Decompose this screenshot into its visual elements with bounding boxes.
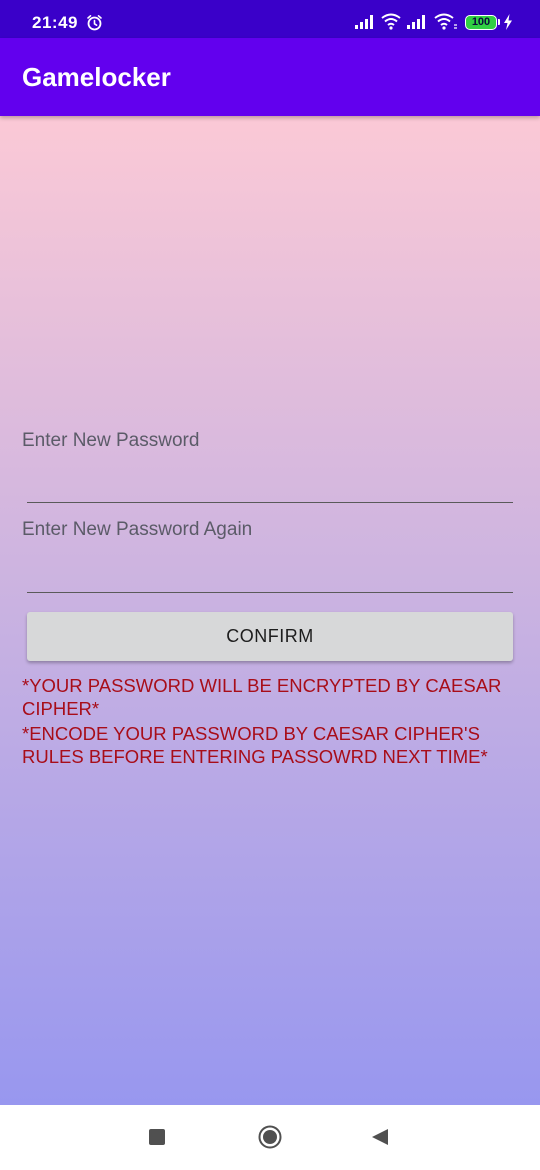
wifi-icon-2 — [434, 13, 457, 30]
gamelocker-screen: 21:49 100 Gamelocker Enter New Password … — [0, 0, 540, 1170]
app-title: Gamelocker — [22, 62, 171, 92]
encoding-instruction: *ENCODE YOUR PASSWORD BY CAESAR CIPHER'S… — [22, 723, 488, 767]
encryption-warning: *YOUR PASSWORD WILL BE ENCRYPTED BY CAES… — [22, 675, 502, 719]
app-bar: Gamelocker — [0, 38, 540, 116]
password-setup-form: Enter New Password Enter New Password Ag… — [0, 116, 540, 1105]
battery-icon: 100 — [465, 15, 500, 30]
recent-apps-icon[interactable] — [149, 1129, 165, 1145]
home-icon[interactable] — [258, 1125, 282, 1149]
status-time: 21:49 — [32, 13, 78, 32]
back-icon[interactable] — [371, 1128, 389, 1146]
status-bar: 21:49 100 — [0, 0, 540, 38]
new-password-label: Enter New Password — [22, 430, 200, 451]
navigation-bar — [0, 1105, 540, 1170]
new-password-again-input[interactable] — [27, 556, 513, 593]
new-password-again-label: Enter New Password Again — [22, 519, 253, 540]
charging-bolt-icon — [504, 14, 512, 30]
alarm-icon — [87, 15, 102, 31]
new-password-input[interactable] — [27, 466, 513, 503]
signal-icon — [355, 15, 373, 29]
confirm-button[interactable]: CONFIRM — [27, 612, 513, 661]
signal-icon-2 — [407, 15, 425, 29]
wifi-icon — [381, 13, 401, 30]
